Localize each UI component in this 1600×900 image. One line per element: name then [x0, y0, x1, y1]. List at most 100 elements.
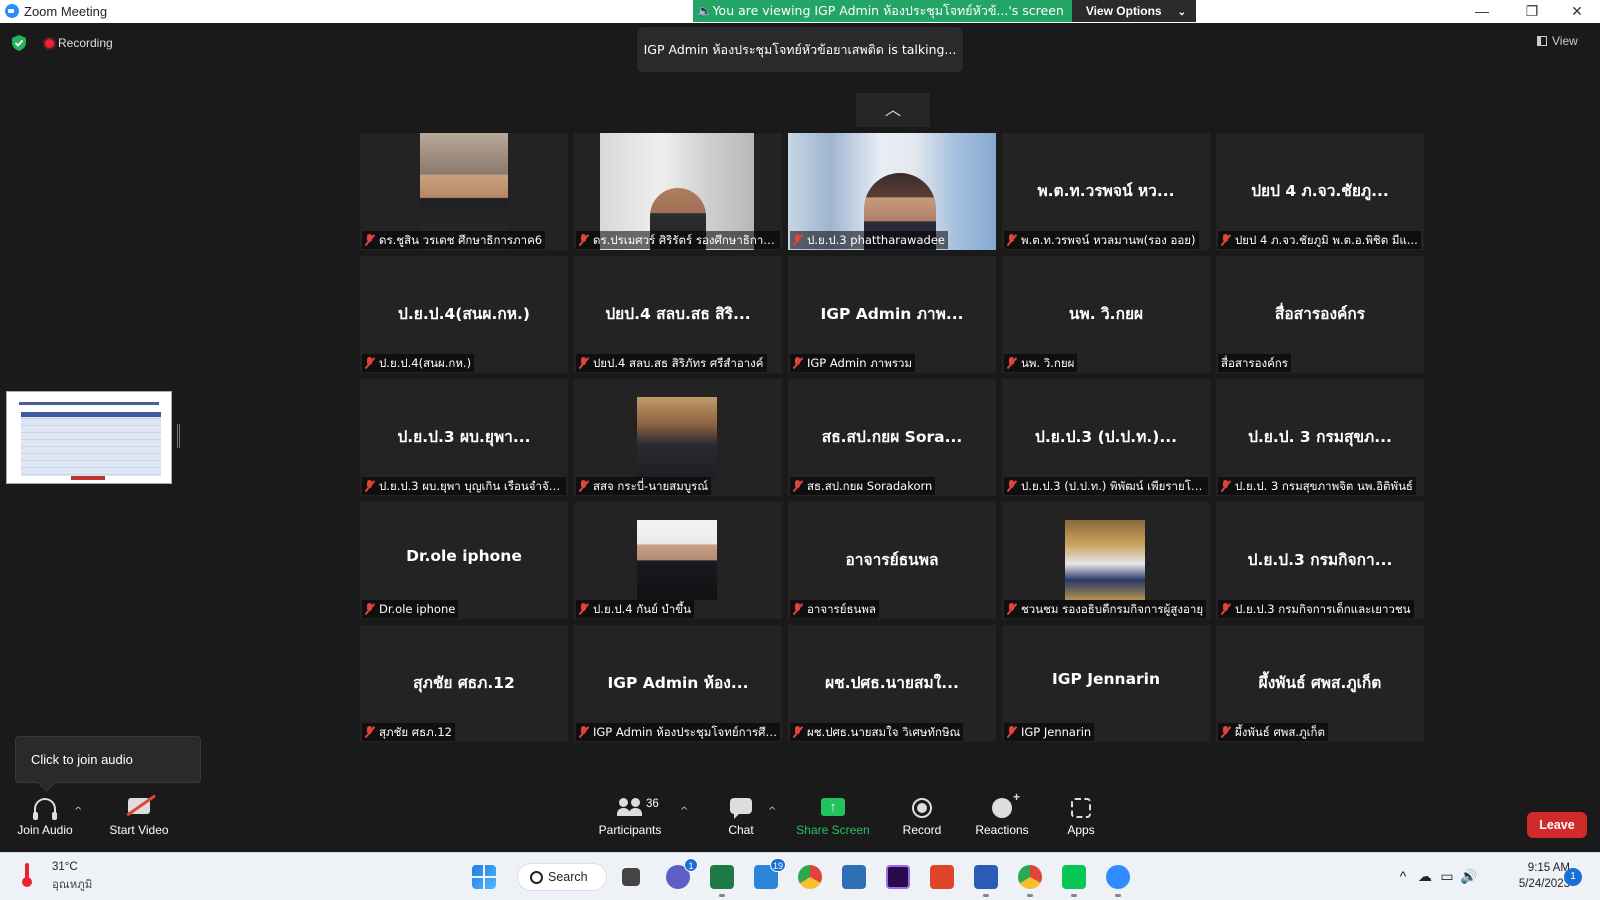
minimize-button[interactable]: —: [1460, 0, 1504, 23]
onedrive-icon[interactable]: ☁: [1414, 868, 1436, 885]
view-button[interactable]: View: [1537, 34, 1597, 54]
show-hidden-icons[interactable]: ^: [1392, 868, 1414, 884]
participant-tile[interactable]: อาจารย์ธนพล อาจารย์ธนพล: [788, 502, 996, 619]
participants-icon: [617, 798, 643, 816]
participant-tile[interactable]: สุภชัย ศธภ.12 สุภชัย ศธภ.12: [360, 625, 568, 742]
participant-name-text: ผช.ปศธ.นายสมใจ วิเศษทักษิณ: [807, 725, 961, 739]
participants-options-caret[interactable]: ^: [680, 806, 688, 817]
weather-temperature: 31°C: [52, 861, 78, 873]
participants-button[interactable]: 36 Participants: [592, 792, 668, 852]
muted-mic-icon: [364, 480, 375, 492]
excel-icon[interactable]: [710, 865, 734, 897]
close-button[interactable]: ✕: [1555, 0, 1599, 23]
participant-name-text: สธ.สป.กยผ Soradakorn: [807, 479, 933, 493]
participant-name-text: IGP Jennarin: [1021, 725, 1092, 739]
volume-icon[interactable]: 🔊: [1458, 868, 1480, 885]
task-view-icon[interactable]: [622, 868, 640, 886]
participant-tile[interactable]: ป.ย.ป.3 (ป.ป.ท.)... ป.ย.ป.3 (ป.ป.ท.) พิพั…: [1002, 379, 1210, 496]
participant-display-name: อาจารย์ธนพล: [845, 551, 939, 569]
muted-mic-icon: [1006, 480, 1017, 492]
shared-screen-thumbnail[interactable]: [6, 391, 172, 484]
participant-tile[interactable]: ดร.ชูสิน วรเดช ศึกษาธิการภาค6: [360, 133, 568, 250]
participant-tile[interactable]: ป.ย.ป.3 กรมกิจกา... ป.ย.ป.3 กรมกิจการเด็ก…: [1216, 502, 1424, 619]
security-shield-icon[interactable]: [12, 35, 26, 51]
participant-tile[interactable]: ชวนชม รองอธิบดีกรมกิจการผู้สูงอายุ: [1002, 502, 1210, 619]
participant-tile[interactable]: พ.ต.ท.วรพจน์ หว... พ.ต.ท.วรพจน์ หวลมานพ(ร…: [1002, 133, 1210, 250]
restore-button[interactable]: ❐: [1510, 0, 1554, 23]
taskbar-search[interactable]: Search: [517, 863, 607, 891]
view-options-button[interactable]: View Options ⌄: [1071, 0, 1196, 22]
meeting-toolbar: Join Audio ^ Start Video 36 Participants…: [0, 790, 1600, 852]
participant-display-name: สื่อสารองค์กร: [1274, 305, 1366, 323]
zoom-taskbar-icon[interactable]: [1106, 865, 1130, 897]
participant-name-label: อาจารย์ธนพล: [790, 600, 879, 618]
participant-tile[interactable]: ป.ย.ป.4(สนผ.กห.) ป.ย.ป.4(สนผ.กห.): [360, 256, 568, 373]
viewing-screen-text: 🔈You are viewing IGP Admin ห้องประชุมโจท…: [693, 0, 1072, 22]
participant-tile[interactable]: ปยป 4 ภ.จว.ชัยภู... ปยป 4 ภ.จว.ชัยภูมิ พ.…: [1216, 133, 1424, 250]
join-audio-button[interactable]: Join Audio: [12, 792, 78, 852]
participant-name-text: พ.ต.ท.วรพจน์ หวลมานพ(รอง ออย): [1021, 233, 1196, 247]
system-tray[interactable]: ^ ☁ ▭ 🔊: [1392, 868, 1480, 885]
line-app-icon[interactable]: [1062, 865, 1086, 897]
chrome-profile-icon[interactable]: [1018, 865, 1042, 897]
participant-tile[interactable]: ป.ย.ป.4 กันย์ บำขึ้น: [574, 502, 782, 619]
chrome-icon[interactable]: [798, 865, 822, 889]
participant-tile[interactable]: IGP Admin ห้อง... IGP Admin ห้องประชุมโจท…: [574, 625, 782, 742]
participant-name-text: IGP Admin ภาพรวม: [807, 356, 913, 370]
participant-display-name: ป.ย.ป.3 ผบ.ยุพา...: [397, 428, 531, 446]
participant-name-label: IGP Jennarin: [1004, 723, 1095, 741]
participant-name-label: ป.ย.ป.4(สนผ.กห.): [362, 354, 475, 372]
muted-mic-icon: [578, 480, 589, 492]
participant-tile[interactable]: ดร.ปรเมศวร์ ศิริรัตร์ รองศึกษาธิการ...: [574, 133, 782, 250]
start-video-button[interactable]: Start Video: [104, 792, 174, 852]
participant-name-text: สุภชัย ศธภ.12: [379, 725, 452, 739]
windows-start-icon[interactable]: [472, 865, 496, 889]
participant-tile[interactable]: ป.ย.ป.3 ผบ.ยุพา... ป.ย.ป.3 ผบ.ยุพา บุญเกิ…: [360, 379, 568, 496]
remote-desktop-icon[interactable]: [842, 865, 866, 889]
leave-button[interactable]: Leave: [1527, 812, 1587, 838]
apps-icon: [1071, 798, 1091, 818]
participant-tile[interactable]: Dr.ole iphone Dr.ole iphone: [360, 502, 568, 619]
participant-tile[interactable]: ป.ย.ป. 3 กรมสุขภ... ป.ย.ป. 3 กรมสุขภาพจิต…: [1216, 379, 1424, 496]
video-off-icon: [128, 798, 150, 814]
thumbnail-resize-handle[interactable]: [177, 424, 180, 448]
recording-indicator[interactable]: Recording: [45, 36, 113, 50]
participant-tile[interactable]: ปยป.4 สลบ.สธ สิริ... ปยป.4 สลบ.สธ สิริภัท…: [574, 256, 782, 373]
participant-tile[interactable]: IGP Admin ภาพ... IGP Admin ภาพรวม: [788, 256, 996, 373]
mail-icon[interactable]: 19: [754, 858, 786, 889]
participant-tile[interactable]: ผช.ปศธ.นายสมใ... ผช.ปศธ.นายสมใจ วิเศษทักษ…: [788, 625, 996, 742]
word-icon[interactable]: [974, 865, 998, 897]
collapse-gallery-button[interactable]: ︿: [856, 93, 930, 127]
participant-tile[interactable]: IGP Jennarin IGP Jennarin: [1002, 625, 1210, 742]
participant-display-name: สธ.สป.กยผ Sora...: [821, 428, 963, 446]
premiere-icon[interactable]: [886, 865, 910, 889]
teams-chat-icon[interactable]: 1: [666, 858, 698, 889]
office-icon[interactable]: [930, 865, 954, 889]
share-screen-icon: ↑: [821, 798, 845, 816]
participant-tile[interactable]: สสจ กระบี่-นายสมบูรณ์: [574, 379, 782, 496]
join-audio-tooltip[interactable]: Click to join audio: [15, 736, 201, 783]
participant-tile[interactable]: สธ.สป.กยผ Sora... สธ.สป.กยผ Soradakorn: [788, 379, 996, 496]
muted-mic-icon: [1220, 726, 1231, 738]
muted-mic-icon: [792, 726, 803, 738]
network-icon[interactable]: ▭: [1436, 868, 1458, 885]
notification-badge[interactable]: 1: [1564, 868, 1582, 886]
participant-tile[interactable]: สื่อสารองค์กร สื่อสารองค์กร: [1216, 256, 1424, 373]
reactions-button[interactable]: Reactions: [972, 790, 1032, 852]
chat-options-caret[interactable]: ^: [768, 806, 776, 817]
taskbar-clock[interactable]: 9:15 AM 5/24/2023: [1500, 860, 1570, 892]
record-button[interactable]: Record: [896, 792, 948, 852]
active-speaker-banner: IGP Admin ห้องประชุมโจทย์หัวข้อยาเสพติด …: [637, 27, 963, 72]
mail-badge: 19: [769, 858, 786, 872]
participant-tile[interactable]: นพ. วิ.กยผ นพ. วิ.กยผ: [1002, 256, 1210, 373]
participant-name-text: Dr.ole iphone: [379, 602, 456, 616]
share-screen-button[interactable]: ↑ Share Screen: [796, 792, 870, 852]
participant-tile[interactable]: ป.ย.ป.3 phattharawadee: [788, 133, 996, 250]
muted-mic-icon: [792, 357, 803, 369]
participant-tile[interactable]: ผึ้งพันธ์ ศพส.ภูเก็ต ผึ้งพันธ์ ศพส.ภูเก็ต: [1216, 625, 1424, 742]
recording-label: Recording: [58, 36, 113, 50]
chat-button[interactable]: Chat: [716, 792, 766, 852]
audio-options-caret[interactable]: ^: [74, 806, 82, 817]
participant-name-label: ดร.ปรเมศวร์ ศิริรัตร์ รองศึกษาธิการ...: [576, 231, 780, 249]
apps-button[interactable]: Apps: [1056, 792, 1106, 852]
